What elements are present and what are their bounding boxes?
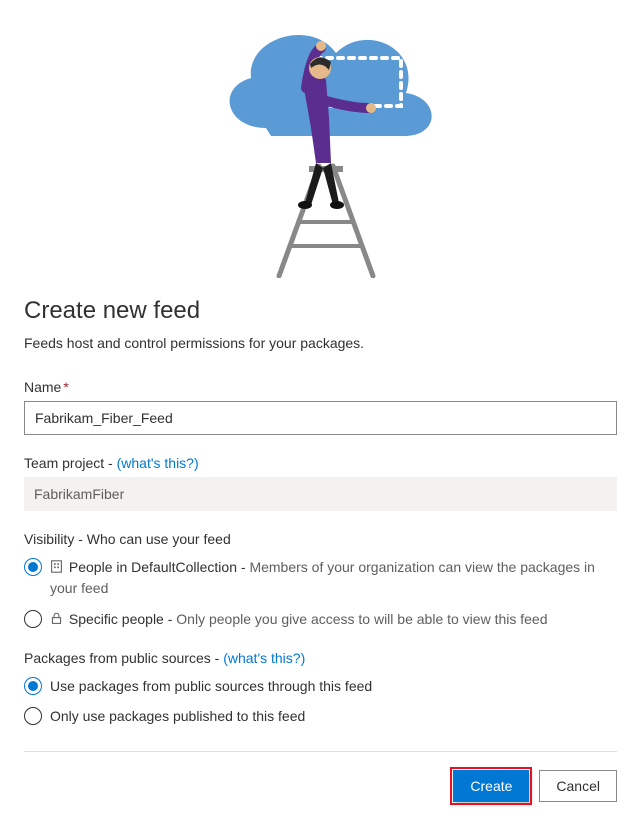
lock-icon — [50, 610, 63, 630]
team-project-label-text: Team project - — [24, 455, 117, 471]
visibility-option-collection-body: People in DefaultCollection - Members of… — [50, 557, 617, 599]
visibility-block: Visibility - Who can use your feed Peopl… — [24, 531, 617, 630]
required-star: * — [63, 379, 68, 395]
divider — [24, 751, 617, 752]
illustration — [24, 0, 617, 281]
cloud-painter-illustration — [171, 8, 471, 278]
visibility-option-collection[interactable]: People in DefaultCollection - Members of… — [24, 557, 617, 599]
page-title: Create new feed — [24, 297, 617, 325]
public-sources-label: Packages from public sources - (what's t… — [24, 650, 617, 666]
name-label: Name* — [24, 379, 617, 395]
team-project-value: FabrikamFiber — [24, 477, 617, 511]
radio-public-only[interactable] — [24, 707, 42, 725]
visibility-option-specific-body: Specific people - Only people you give a… — [50, 609, 617, 630]
visibility-collection-lead: People in DefaultCollection - — [69, 559, 250, 575]
visibility-option-specific[interactable]: Specific people - Only people you give a… — [24, 609, 617, 630]
button-row: Create Cancel — [24, 770, 617, 802]
create-button[interactable]: Create — [453, 770, 529, 802]
name-field-block: Name* — [24, 379, 617, 435]
visibility-label: Visibility - Who can use your feed — [24, 531, 617, 547]
name-label-text: Name — [24, 379, 61, 395]
cancel-button[interactable]: Cancel — [539, 770, 617, 802]
page-subtitle: Feeds host and control permissions for y… — [24, 335, 617, 351]
public-sources-block: Packages from public sources - (what's t… — [24, 650, 617, 727]
public-sources-label-text: Packages from public sources - — [24, 650, 223, 666]
collection-icon — [50, 558, 63, 578]
radio-visibility-specific[interactable] — [24, 610, 42, 628]
team-project-whats-this-link[interactable]: (what's this?) — [117, 455, 199, 471]
public-sources-option-only[interactable]: Only use packages published to this feed — [24, 706, 617, 726]
name-input[interactable] — [24, 401, 617, 435]
radio-public-use[interactable] — [24, 677, 42, 695]
radio-visibility-collection[interactable] — [24, 558, 42, 576]
team-project-block: Team project - (what's this?) FabrikamFi… — [24, 455, 617, 511]
visibility-specific-desc: Only people you give access to will be a… — [176, 611, 547, 627]
visibility-specific-lead: Specific people - — [69, 611, 176, 627]
public-sources-whats-this-link[interactable]: (what's this?) — [223, 650, 305, 666]
public-sources-option-use[interactable]: Use packages from public sources through… — [24, 676, 617, 696]
public-sources-only-label: Only use packages published to this feed — [50, 706, 617, 726]
team-project-label: Team project - (what's this?) — [24, 455, 617, 471]
public-sources-use-label: Use packages from public sources through… — [50, 676, 617, 696]
